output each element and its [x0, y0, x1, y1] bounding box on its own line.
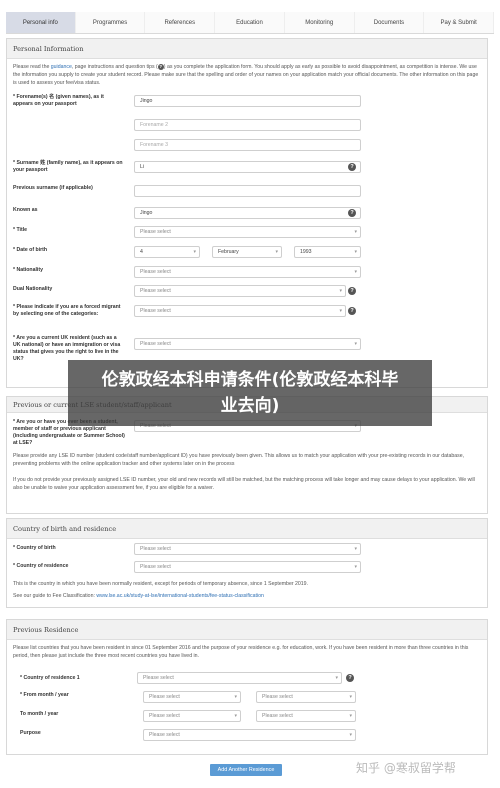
residence-country-select[interactable]: Please select ▾ — [137, 672, 342, 684]
nationality-label: * Nationality — [13, 267, 43, 273]
country-of-birth-select[interactable]: Please select ▾ — [134, 543, 361, 555]
forenames-label: * Forename(s) 名 (given names), as it app… — [13, 94, 104, 107]
dual-nationality-help-icon[interactable]: ? — [348, 287, 356, 295]
to-year-select[interactable]: Please select ▾ — [256, 710, 356, 722]
tab-monitoring[interactable]: Monitoring — [284, 12, 355, 33]
banner-text: 伦敦政经本科申请条件(伦敦政经本科毕业去向) — [101, 370, 399, 416]
surname-input[interactable]: Li — [134, 161, 361, 173]
dual-nationality-select[interactable]: Please select ▾ — [134, 285, 346, 297]
section-title: Personal Information — [13, 44, 84, 53]
section-title: Previous Residence — [13, 625, 79, 634]
chevron-down-icon: ▾ — [354, 546, 357, 552]
uk-resident-label: * Are you a current UK resident (such as… — [13, 335, 121, 362]
title-label: * Title — [13, 227, 28, 233]
known-as-label: Known as — [13, 207, 38, 213]
chevron-down-icon: ▾ — [234, 713, 237, 719]
uk-resident-select[interactable]: Please select ▾ — [134, 338, 361, 350]
title-banner: 伦敦政经本科申请条件(伦敦政经本科毕业去向) — [68, 360, 432, 426]
forename-1-input[interactable]: Jingo — [134, 95, 361, 107]
known-as-help-icon[interactable]: ? — [348, 209, 356, 217]
previous-residence-intro: Please list countries that you have been… — [13, 645, 469, 659]
residence-help-icon[interactable]: ? — [346, 674, 354, 682]
fee-classification-link[interactable]: www.lse.ac.uk/study-at-lse/international… — [96, 593, 264, 599]
dob-day-select[interactable]: 4 ▾ — [134, 246, 200, 258]
guidance-link[interactable]: guidance — [51, 64, 72, 70]
forced-migrant-select[interactable]: Please select ▾ — [134, 305, 346, 317]
add-another-residence-button[interactable]: Add Another Residence — [210, 764, 282, 776]
chevron-down-icon: ▾ — [275, 249, 278, 255]
previous-surname-label: Previous surname (if applicable) — [13, 185, 93, 191]
title-select[interactable]: Please select ▾ — [134, 226, 361, 238]
section-title: Country of birth and residence — [13, 524, 117, 533]
dob-year-select[interactable]: 1993 ▾ — [294, 246, 361, 258]
chevron-down-icon: ▾ — [339, 308, 342, 314]
dob-label: * Date of birth — [13, 247, 48, 253]
fee-guide: See our guide to Fee Classification: www… — [13, 593, 264, 599]
country-of-birth-label: * Country of birth — [13, 545, 56, 551]
dob-month-select[interactable]: February ▾ — [212, 246, 282, 258]
forename-3-input[interactable]: Forename 3 — [134, 139, 361, 151]
from-month-select[interactable]: Please select ▾ — [143, 691, 241, 703]
purpose-select[interactable]: Please select ▾ — [143, 729, 356, 741]
watermark: 知乎 @寒叔留学帮 — [356, 761, 456, 775]
chevron-down-icon: ▾ — [354, 229, 357, 235]
surname-help-icon[interactable]: ? — [348, 163, 356, 171]
tab-references[interactable]: References — [145, 12, 216, 33]
nationality-select[interactable]: Please select ▾ — [134, 266, 361, 278]
chevron-down-icon: ▾ — [354, 341, 357, 347]
previous-surname-input[interactable] — [134, 185, 361, 197]
country-section: Country of birth and residence * Country… — [6, 518, 488, 608]
country-of-residence-label: * Country of residence — [13, 563, 69, 569]
purpose-label: Purpose — [20, 730, 41, 736]
chevron-down-icon: ▾ — [354, 249, 357, 255]
from-year-select[interactable]: Please select ▾ — [256, 691, 356, 703]
country-of-residence-select[interactable]: Please select ▾ — [134, 561, 361, 573]
chevron-down-icon: ▾ — [335, 675, 338, 681]
progress-tabs: Personal info Programmes References Educ… — [6, 12, 495, 34]
dual-nationality-label: Dual Nationality — [13, 286, 53, 292]
residence-country-label: * Country of residence 1 — [20, 675, 80, 681]
tab-documents[interactable]: Documents — [354, 12, 425, 33]
chevron-down-icon: ▾ — [349, 732, 352, 738]
forced-migrant-label: * Please indicate if you are a forced mi… — [13, 304, 121, 317]
tab-programmes[interactable]: Programmes — [75, 12, 146, 33]
chevron-down-icon: ▾ — [349, 713, 352, 719]
surname-label: * Surname 姓 (family name), as it appears… — [13, 160, 123, 173]
chevron-down-icon: ▾ — [349, 694, 352, 700]
forename-2-input[interactable]: Forename 2 — [134, 119, 361, 131]
tab-personal-info[interactable]: Personal info — [6, 12, 76, 33]
personal-info-section: Personal Information Please read the gui… — [6, 38, 488, 388]
help-icon: ? — [157, 64, 164, 70]
previous-residence-section: Previous Residence Please list countries… — [6, 619, 488, 755]
tab-education[interactable]: Education — [215, 12, 285, 33]
lse-id-note: Please provide any LSE ID number (studen… — [13, 453, 465, 467]
chevron-down-icon: ▾ — [193, 249, 196, 255]
lse-id-warning: If you do not provide your previously as… — [13, 477, 475, 491]
from-date-label: * From month / year — [20, 692, 69, 698]
chevron-down-icon: ▾ — [354, 564, 357, 570]
personal-intro: Please read the guidance, page instructi… — [13, 64, 479, 86]
tab-pay-submit[interactable]: Pay & Submit — [424, 12, 495, 33]
forced-migrant-help-icon[interactable]: ? — [348, 307, 356, 315]
to-date-label: To month / year — [20, 711, 59, 717]
chevron-down-icon: ▾ — [234, 694, 237, 700]
to-month-select[interactable]: Please select ▾ — [143, 710, 241, 722]
known-as-input[interactable]: Jingo — [134, 207, 361, 219]
residence-note: This is the country in which you have be… — [13, 581, 308, 587]
chevron-down-icon: ▾ — [354, 269, 357, 275]
chevron-down-icon: ▾ — [339, 288, 342, 294]
